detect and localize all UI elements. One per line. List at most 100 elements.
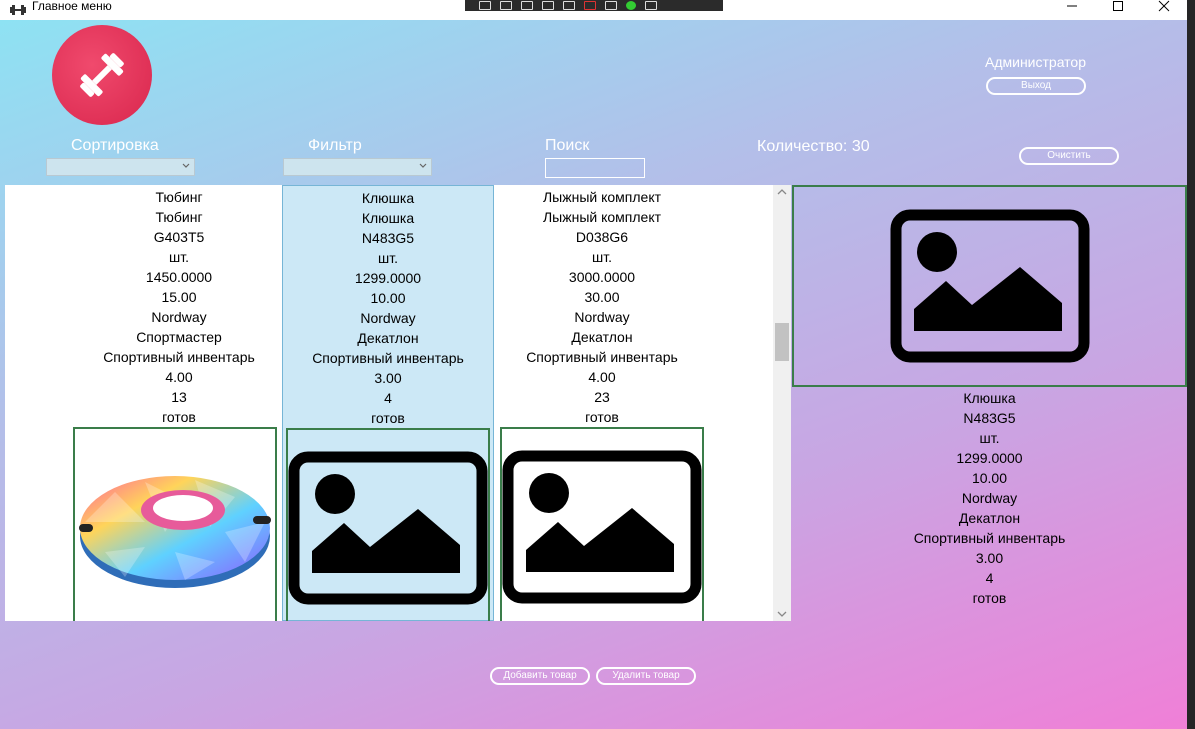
user-name: Администратор (985, 54, 1087, 70)
product-list[interactable]: Тюбинг Тюбинг G403T5 шт. 1450.0000 15.00… (5, 185, 791, 621)
product-category-name: Лыжный комплект (542, 209, 662, 225)
product-price: 1299.0000 (354, 270, 422, 286)
detail-manufacturer: Nordway (961, 490, 1018, 506)
clear-button[interactable]: Очистить (1019, 147, 1119, 165)
app-logo (52, 25, 152, 125)
sort-label: Сортировка (71, 137, 159, 154)
display-layout-icon[interactable] (500, 1, 512, 10)
count-label: Количество: 30 (757, 138, 870, 155)
product-manufacturer: Nordway (151, 309, 207, 325)
product-name: Тюбинг (155, 189, 203, 205)
minimize-button[interactable] (1049, 0, 1095, 20)
product-price: 1450.0000 (145, 269, 213, 285)
close-icon (1158, 0, 1170, 12)
chevron-down-icon (182, 163, 190, 168)
product-discount: 3.00 (374, 370, 402, 386)
dumbbell-logo-icon (80, 53, 124, 97)
main-window: Администратор Выход Сортировка Фильтр По… (0, 20, 1187, 729)
product-unit: шт. (592, 249, 612, 265)
product-stock: 13 (171, 389, 187, 405)
window-title: Главное меню (32, 0, 112, 13)
preview-icon[interactable] (563, 1, 575, 10)
search-label: Поиск (545, 137, 590, 154)
scroll-up-icon[interactable] (777, 188, 787, 196)
product-max-discount: 15.00 (161, 289, 197, 305)
product-discount: 4.00 (165, 369, 193, 385)
debug-toolbar (465, 0, 723, 11)
product-category: Спортивный инвентарь (526, 349, 678, 365)
product-article: N483G5 (361, 230, 415, 246)
detail-supplier: Декатлон (958, 510, 1021, 526)
adorners-icon[interactable] (542, 1, 554, 10)
image-placeholder-icon (288, 451, 488, 605)
product-article: D038G6 (575, 229, 629, 245)
select-element-icon[interactable] (479, 1, 491, 10)
product-category-name: Тюбинг (155, 209, 203, 225)
product-card-selected[interactable]: Клюшка Клюшка N483G5 шт. 1299.0000 10.00… (282, 185, 494, 621)
detail-unit: шт. (979, 430, 1000, 446)
hot-reload-icon[interactable] (626, 1, 636, 10)
detail-category: Спортивный инвентарь (913, 530, 1066, 546)
product-article: G403T5 (153, 229, 205, 245)
product-image-frame (500, 427, 704, 621)
product-supplier: Спортмастер (136, 329, 222, 345)
scroll-down-icon[interactable] (777, 610, 787, 618)
image-placeholder-icon (502, 450, 702, 604)
detail-stock: 4 (985, 570, 994, 586)
sort-combobox[interactable] (46, 158, 195, 176)
list-scrollbar[interactable] (773, 185, 791, 621)
minimize-icon (1067, 5, 1077, 7)
product-manufacturer: Nordway (574, 309, 630, 325)
product-discount: 4.00 (588, 369, 616, 385)
close-button[interactable] (1141, 0, 1187, 20)
image-placeholder-icon (890, 209, 1089, 363)
dumbbell-icon (10, 5, 26, 15)
maximize-button[interactable] (1095, 0, 1141, 20)
product-category: Спортивный инвентарь (312, 350, 464, 366)
product-category-name: Клюшка (361, 210, 415, 226)
detail-image-frame (792, 185, 1187, 387)
scrollbar-thumb[interactable] (775, 323, 789, 361)
detail-status: готов (972, 590, 1007, 606)
chevron-down-icon (419, 163, 427, 168)
filter-combobox[interactable] (283, 158, 432, 176)
binding-failures-icon[interactable] (584, 1, 596, 10)
product-manufacturer: Nordway (360, 310, 416, 326)
search-input[interactable] (545, 158, 645, 178)
detail-name: Клюшка (963, 390, 1016, 406)
add-product-button[interactable]: Добавить товар (490, 667, 590, 685)
product-max-discount: 30.00 (584, 289, 620, 305)
product-unit: шт. (169, 249, 189, 265)
detail-discount: 3.00 (975, 550, 1004, 566)
detail-price: 1299.0000 (956, 450, 1023, 466)
product-card[interactable]: Лыжный комплект Лыжный комплект D038G6 ш… (496, 185, 708, 621)
product-unit: шт. (378, 250, 398, 266)
background-window-strip (1187, 0, 1195, 729)
maximize-icon (1113, 1, 1123, 11)
product-name: Лыжный комплект (542, 189, 662, 205)
tubing-photo (79, 476, 271, 588)
delete-product-button[interactable]: Удалить товар (596, 667, 696, 685)
collapse-toolbar-icon[interactable] (645, 1, 657, 10)
product-price: 3000.0000 (568, 269, 636, 285)
logout-button[interactable]: Выход (986, 77, 1086, 95)
product-card[interactable]: Тюбинг Тюбинг G403T5 шт. 1450.0000 15.00… (73, 185, 285, 621)
product-status: готов (162, 409, 196, 425)
product-max-discount: 10.00 (370, 290, 406, 306)
product-image-frame (73, 427, 277, 621)
product-status: готов (371, 410, 405, 426)
product-supplier: Декатлон (357, 330, 419, 346)
product-stock: 23 (594, 389, 610, 405)
detail-panel: Клюшка N483G5 шт. 1299.0000 10.00 Nordwa… (792, 388, 1187, 608)
detail-max-discount: 10.00 (971, 470, 1008, 486)
product-status: готов (585, 409, 619, 425)
track-focus-icon[interactable] (521, 1, 533, 10)
product-stock: 4 (384, 390, 392, 406)
product-supplier: Декатлон (571, 329, 633, 345)
detail-article: N483G5 (963, 410, 1016, 426)
product-category: Спортивный инвентарь (103, 349, 255, 365)
product-name: Клюшка (361, 190, 415, 206)
filter-label: Фильтр (308, 137, 362, 154)
product-image-frame (286, 428, 490, 621)
accessibility-icon[interactable] (605, 1, 617, 10)
